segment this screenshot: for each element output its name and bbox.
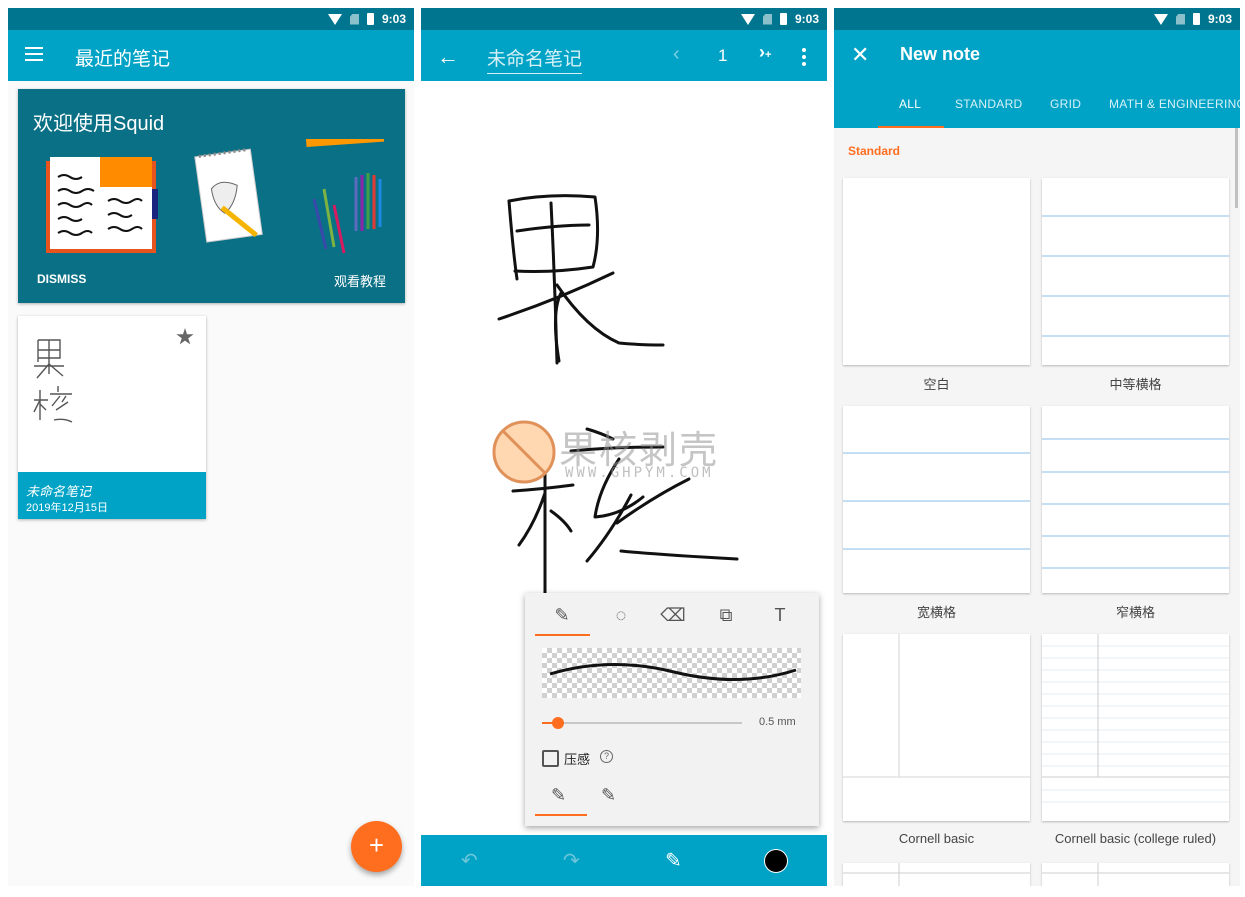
pen-icon[interactable]: ✎ bbox=[665, 848, 682, 873]
slider-thumb[interactable] bbox=[552, 717, 564, 729]
add-page-icon[interactable]: ›+ bbox=[759, 42, 771, 63]
tab-all[interactable]: ALL bbox=[899, 97, 921, 111]
section-title: Standard bbox=[848, 144, 901, 158]
previous-page-icon[interactable]: ‹ bbox=[673, 43, 680, 66]
new-note-screen: 9:03 ✕ New note ALL STANDARD GRID MATH &… bbox=[834, 8, 1240, 886]
template-narrow-ruled[interactable] bbox=[1042, 406, 1229, 593]
active-tool-indicator bbox=[535, 634, 590, 636]
template-label: Cornell basic (college ruled) bbox=[1054, 831, 1217, 846]
text-tool-icon[interactable]: T bbox=[765, 605, 795, 629]
template-wide-ruled[interactable] bbox=[843, 406, 1030, 593]
more-options-icon[interactable] bbox=[802, 48, 806, 69]
template-medium-ruled[interactable] bbox=[1042, 178, 1229, 365]
recent-notes-screen: 9:03 最近的笔记 欢迎使用Squid DISMISS 观看教程 未命名笔记 … bbox=[8, 8, 414, 886]
redo-icon[interactable]: ↷ bbox=[563, 848, 580, 873]
new-note-app-bar: ✕ New note bbox=[834, 30, 1240, 81]
template-label: 中等横格 bbox=[1109, 377, 1162, 392]
sketchpad-illustration bbox=[194, 148, 263, 243]
template-label: Cornell basic bbox=[898, 831, 975, 846]
tab-standard[interactable]: STANDARD bbox=[955, 97, 1023, 111]
shapes-icon[interactable]: ⧉ bbox=[711, 605, 741, 629]
dismiss-button[interactable]: DISMISS bbox=[37, 272, 86, 286]
notebook-illustration bbox=[46, 157, 158, 253]
pen-type-fountain-icon[interactable]: ✎ bbox=[551, 785, 566, 806]
active-tab-indicator bbox=[878, 126, 944, 128]
pencils-illustration bbox=[312, 173, 382, 254]
wifi-icon bbox=[740, 13, 755, 25]
note-date: 2019年12月15日 bbox=[26, 502, 108, 514]
battery-icon bbox=[779, 13, 787, 25]
template-cornell-labeled-college[interactable] bbox=[1042, 863, 1229, 886]
template-cornell-college[interactable] bbox=[1042, 634, 1229, 821]
editor-bottom-bar: ↶ ↷ ✎ bbox=[421, 835, 827, 886]
editor-app-bar: ← 未命名笔记 ‹ 1 ›+ bbox=[421, 30, 827, 81]
stroke-size-slider[interactable] bbox=[542, 717, 742, 729]
template-label: 窄横格 bbox=[1115, 605, 1155, 620]
pressure-label: 压感 bbox=[564, 752, 591, 767]
battery-icon bbox=[1192, 13, 1200, 25]
template-label: 宽横格 bbox=[916, 605, 956, 620]
sim-icon bbox=[1175, 13, 1185, 25]
undo-icon[interactable]: ↶ bbox=[461, 848, 478, 873]
color-picker-button[interactable] bbox=[764, 849, 788, 873]
wifi-icon bbox=[327, 13, 342, 25]
new-note-fab[interactable]: + bbox=[351, 821, 402, 872]
tab-grid[interactable]: GRID bbox=[1050, 97, 1081, 111]
stroke-size-value: 0.5 mm bbox=[759, 716, 796, 728]
page-title: New note bbox=[900, 44, 981, 64]
template-tabs: ALL STANDARD GRID MATH & ENGINEERING bbox=[834, 81, 1240, 128]
sim-icon bbox=[762, 13, 772, 25]
clock: 9:03 bbox=[1207, 12, 1232, 26]
welcome-card: 欢迎使用Squid DISMISS 观看教程 bbox=[18, 89, 405, 303]
app-bar: 最近的笔记 bbox=[8, 30, 414, 81]
welcome-illustration bbox=[46, 139, 384, 254]
eraser-icon[interactable]: ⌫ bbox=[658, 605, 688, 629]
template-cornell-basic[interactable] bbox=[843, 634, 1030, 821]
note-card[interactable]: 未命名笔记 2019年12月15日 bbox=[18, 316, 206, 519]
star-icon[interactable] bbox=[176, 328, 194, 345]
back-arrow-icon[interactable]: ← bbox=[437, 44, 459, 70]
scrollbar[interactable] bbox=[1235, 128, 1238, 208]
clock: 9:03 bbox=[381, 12, 406, 26]
close-icon[interactable]: ✕ bbox=[851, 42, 869, 68]
page-title: 最近的笔记 bbox=[75, 49, 171, 70]
battery-icon bbox=[366, 13, 374, 25]
wifi-icon bbox=[1153, 13, 1168, 25]
note-card-footer: 未命名笔记 2019年12月15日 bbox=[18, 472, 206, 519]
active-pen-indicator bbox=[535, 814, 587, 816]
status-bar: 9:03 bbox=[8, 8, 414, 30]
clock: 9:03 bbox=[794, 12, 819, 26]
template-label: 空白 bbox=[923, 377, 950, 392]
tool-panel: ✎ ◌ ⌫ ⧉ T 0.5 mm 压感 ? ✎ ✎ bbox=[525, 593, 819, 826]
lasso-select-icon[interactable]: ◌ bbox=[606, 605, 636, 629]
ruler-illustration bbox=[306, 139, 384, 147]
note-thumbnail bbox=[33, 339, 73, 423]
help-icon[interactable]: ? bbox=[600, 750, 613, 763]
template-blank[interactable] bbox=[843, 178, 1030, 365]
tab-math-engineering[interactable]: MATH & ENGINEERING bbox=[1109, 97, 1240, 111]
status-bar: 9:03 bbox=[421, 8, 827, 30]
menu-icon[interactable] bbox=[25, 47, 43, 61]
note-name-field[interactable]: 未命名笔记 bbox=[487, 44, 583, 74]
status-bar: 9:03 bbox=[834, 8, 1240, 30]
template-cornell-labeled[interactable] bbox=[843, 863, 1030, 886]
pen-tool-icon[interactable]: ✎ bbox=[547, 605, 577, 629]
pen-type-marker-icon[interactable]: ✎ bbox=[601, 785, 616, 806]
watermark-url: WWW.GHPYM.COM bbox=[565, 465, 714, 481]
note-editor-screen: 9:03 ← 未命名笔记 ‹ 1 ›+ 果核剥壳 WWW.GHPYM.COM ✎… bbox=[421, 8, 827, 886]
welcome-title: 欢迎使用Squid bbox=[33, 113, 165, 135]
sim-icon bbox=[349, 13, 359, 25]
note-title: 未命名笔记 bbox=[26, 484, 92, 499]
page-number: 1 bbox=[718, 46, 728, 65]
stroke-preview bbox=[542, 648, 801, 698]
pressure-checkbox[interactable] bbox=[542, 750, 559, 767]
watch-tutorial-button[interactable]: 观看教程 bbox=[334, 271, 386, 290]
